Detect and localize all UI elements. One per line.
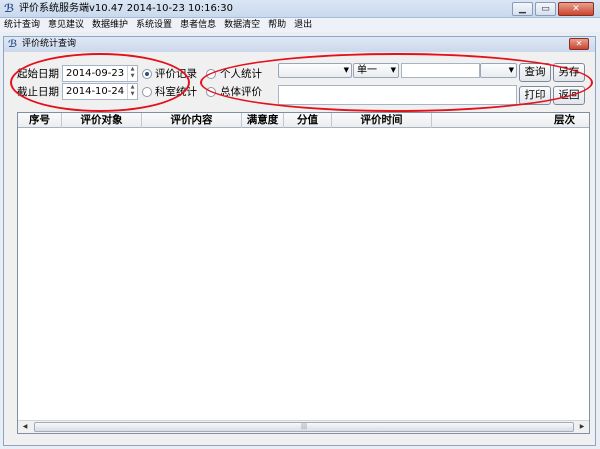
spin-up-icon[interactable]: ▲	[128, 84, 137, 91]
menu-system-settings[interactable]: 系统设置	[132, 18, 176, 32]
minimize-button[interactable]: ▁	[512, 2, 533, 16]
start-date-picker[interactable]: 2014-09-23 ▲ ▼	[62, 65, 138, 82]
menu-help[interactable]: 帮助	[264, 18, 290, 32]
query-button[interactable]: 查询	[519, 63, 551, 82]
column-header-level[interactable]: 层次	[432, 113, 589, 128]
filter-text-input[interactable]	[401, 63, 480, 78]
personal-stats-label[interactable]: 个人统计	[220, 67, 262, 81]
save-as-button[interactable]: 另存	[553, 63, 585, 82]
department-stats-label[interactable]: 科室统计	[155, 85, 197, 99]
spin-down-icon[interactable]: ▼	[128, 73, 137, 80]
menu-clear-data[interactable]: 数据清空	[220, 18, 264, 32]
target-dropdown[interactable]: ▼	[278, 63, 352, 78]
menu-statistics-query[interactable]: 统计查询	[0, 18, 44, 32]
menu-data-maintenance[interactable]: 数据维护	[88, 18, 132, 32]
end-date-spinner[interactable]: ▲ ▼	[127, 84, 137, 99]
window-titlebar[interactable]: ℬ 评价系统服务端v10.47 2014-10-23 10:16:30 ▁ ▭ …	[0, 0, 600, 18]
radio-personal-stats[interactable]	[206, 69, 216, 79]
spin-down-icon[interactable]: ▼	[128, 91, 137, 98]
mode-dropdown-value: 单一	[357, 65, 377, 76]
menu-bar: 统计查询 意见建议 数据维护 系统设置 患者信息 数据清空 帮助 退出	[0, 18, 600, 32]
end-date-picker[interactable]: 2014-10-24 ▲ ▼	[62, 83, 138, 100]
results-table[interactable]: 序号 评价对象 评价内容 满意度 分值 评价时间 层次 ◀ ||| ▶	[17, 112, 590, 434]
statistics-query-window: ℬ 评价统计查询 ✕ 起始日期 2014-09-23 ▲ ▼ 截止日期 2014…	[3, 36, 596, 446]
chevron-down-icon[interactable]: ▼	[391, 64, 396, 77]
overall-evaluation-label[interactable]: 总体评价	[220, 85, 262, 99]
radio-evaluation-records[interactable]	[142, 69, 152, 79]
back-button[interactable]: 返回	[553, 86, 585, 105]
print-button[interactable]: 打印	[519, 86, 551, 105]
close-button[interactable]: ✕	[558, 2, 594, 16]
condition-text-input[interactable]	[278, 85, 517, 105]
menu-exit[interactable]: 退出	[290, 18, 316, 32]
column-header-score[interactable]: 分值	[284, 113, 332, 128]
scroll-left-icon[interactable]: ◀	[18, 421, 32, 433]
radio-department-stats[interactable]	[142, 87, 152, 97]
column-header-satisfaction[interactable]: 满意度	[242, 113, 284, 128]
app-icon: ℬ	[4, 2, 15, 15]
extra-dropdown[interactable]: ▼	[480, 63, 517, 78]
start-date-spinner[interactable]: ▲ ▼	[127, 66, 137, 81]
window-title: 评价系统服务端v10.47 2014-10-23 10:16:30	[19, 3, 233, 14]
maximize-button[interactable]: ▭	[535, 2, 556, 16]
horizontal-scrollbar[interactable]: ◀ ||| ▶	[18, 420, 589, 433]
end-date-value: 2014-10-24	[66, 86, 125, 97]
end-date-label: 截止日期	[17, 86, 59, 98]
column-header-index[interactable]: 序号	[18, 113, 62, 128]
column-header-content[interactable]: 评价内容	[142, 113, 242, 128]
child-titlebar[interactable]: ℬ 评价统计查询 ✕	[4, 37, 595, 52]
menu-suggestions[interactable]: 意见建议	[44, 18, 88, 32]
column-header-time[interactable]: 评价时间	[332, 113, 432, 128]
menu-patient-info[interactable]: 患者信息	[176, 18, 220, 32]
mode-dropdown[interactable]: 单一 ▼	[353, 63, 399, 78]
child-window-title: 评价统计查询	[22, 39, 77, 49]
chevron-down-icon[interactable]: ▼	[344, 64, 349, 77]
table-header: 序号 评价对象 评价内容 满意度 分值 评价时间 层次	[18, 113, 589, 128]
child-close-button[interactable]: ✕	[569, 38, 589, 50]
radio-overall-evaluation[interactable]	[206, 87, 216, 97]
child-app-icon: ℬ	[8, 39, 18, 50]
start-date-label: 起始日期	[17, 68, 59, 80]
spin-up-icon[interactable]: ▲	[128, 66, 137, 73]
column-header-target[interactable]: 评价对象	[62, 113, 142, 128]
evaluation-records-label[interactable]: 评价记录	[155, 67, 197, 81]
scroll-right-icon[interactable]: ▶	[575, 421, 589, 433]
start-date-value: 2014-09-23	[66, 68, 125, 79]
chevron-down-icon[interactable]: ▼	[509, 64, 514, 77]
scroll-thumb[interactable]: |||	[34, 422, 574, 432]
